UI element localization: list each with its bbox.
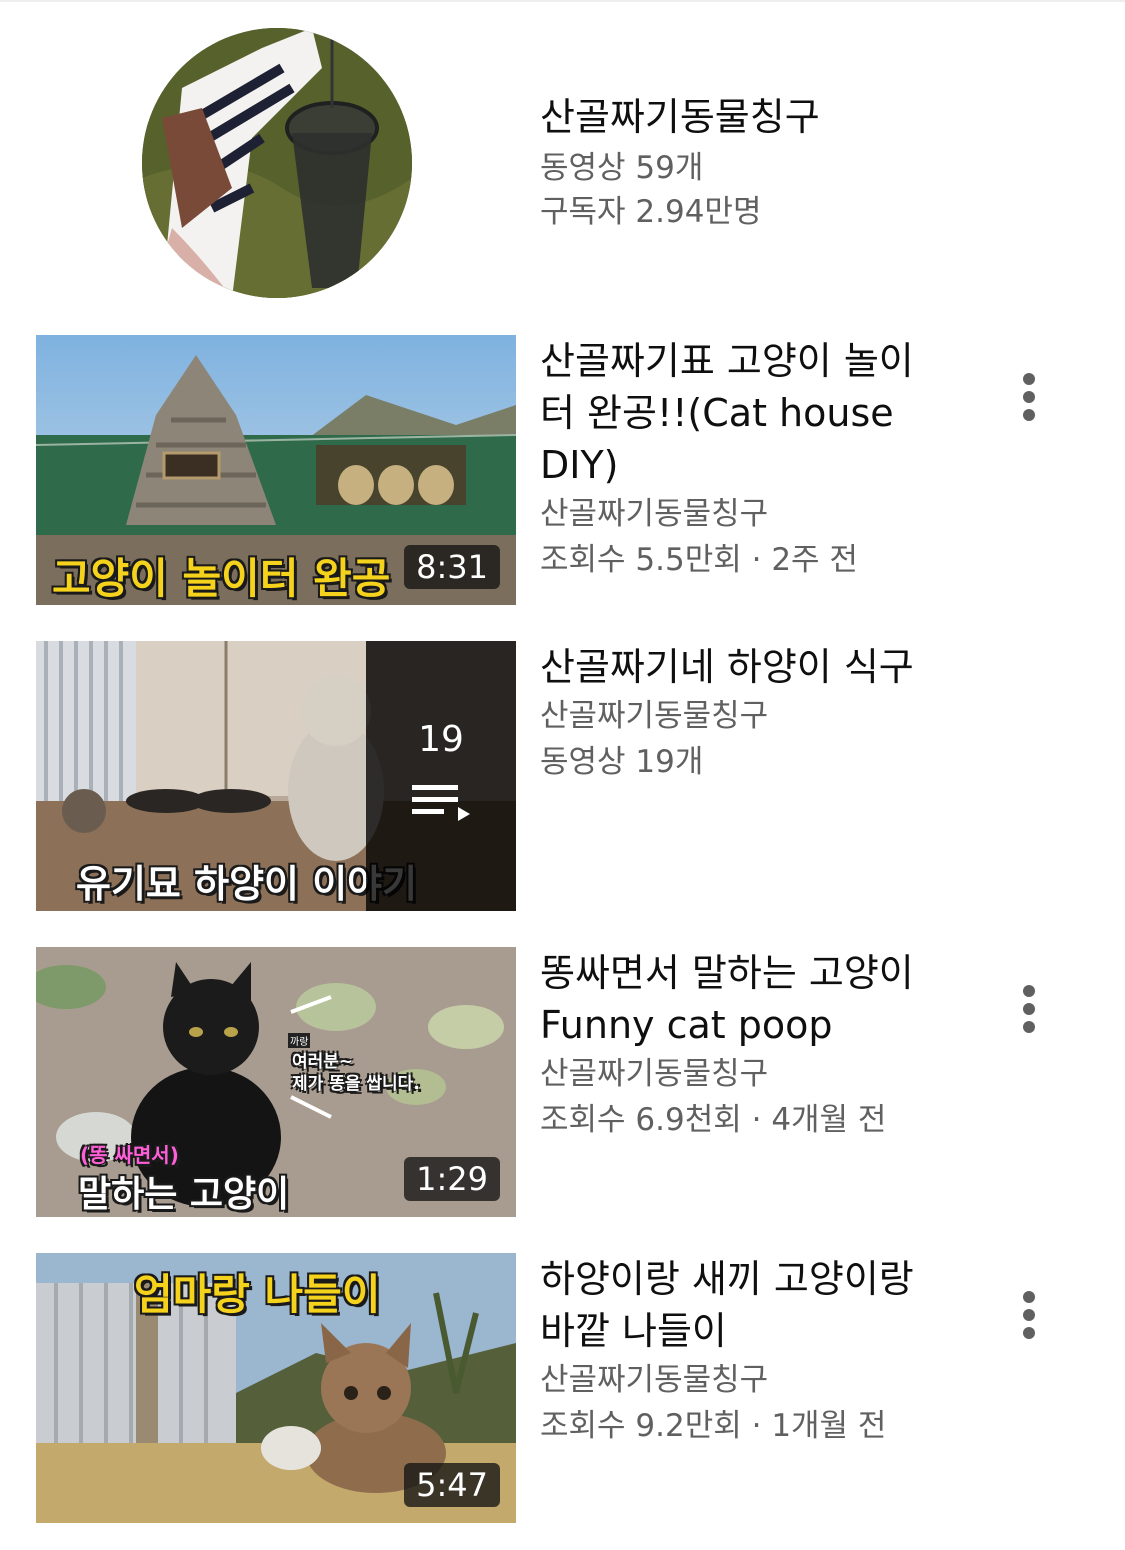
video-channel: 산골짜기동물칭구 bbox=[540, 496, 769, 532]
more-vert-icon[interactable] bbox=[1009, 1287, 1049, 1343]
channel-subscriber-count: 구독자 2.94만명 bbox=[540, 194, 762, 230]
more-vert-icon[interactable] bbox=[1009, 369, 1049, 425]
more-vert-icon[interactable] bbox=[1009, 981, 1049, 1037]
speech-line-2: 제가 똥을 쌉니다. bbox=[292, 1074, 421, 1095]
playlist-info[interactable]: 산골짜기네 하양이 식구 산골짜기동물칭구 동영상 19개 bbox=[540, 641, 940, 785]
video-duration: 8:31 bbox=[404, 545, 500, 589]
channel-name[interactable]: 산골짜기동물칭구 bbox=[540, 92, 820, 142]
playlist-item[interactable]: 유기묘 하양이 이야기 19 산골짜기네 하양이 식구 산골짜기동물칭구 동영상… bbox=[0, 641, 1125, 911]
video-stats: 조회수 9.2만회 · 1개월 전 bbox=[540, 1408, 887, 1444]
playlist-video-count: 동영상 19개 bbox=[540, 744, 704, 780]
video-item[interactable]: 까랑 여러분~ 제가 똥을 쌉니다. (똥 싸면서) 말하는 고양이 1:29 … bbox=[0, 947, 1125, 1217]
video-item[interactable]: 고양이 놀이터 완공 8:31 산골짜기표 고양이 놀이터 완공!!(Cat h… bbox=[0, 335, 1125, 605]
playlist-icon bbox=[412, 785, 470, 821]
video-title[interactable]: 똥싸면서 말하는 고양이 Funny cat poop bbox=[540, 947, 940, 1051]
video-duration: 1:29 bbox=[404, 1157, 500, 1201]
video-thumbnail[interactable]: 까랑 여러분~ 제가 똥을 쌉니다. (똥 싸면서) 말하는 고양이 1:29 bbox=[36, 947, 516, 1217]
channel-row[interactable]: 산골짜기동물칭구 동영상 59개 구독자 2.94만명 bbox=[0, 0, 1125, 320]
video-stats: 조회수 5.5만회 · 2주 전 bbox=[540, 542, 858, 578]
video-stats: 조회수 6.9천회 · 4개월 전 bbox=[540, 1102, 887, 1138]
playlist-thumbnail[interactable]: 유기묘 하양이 이야기 19 bbox=[36, 641, 516, 911]
speech-tag: 까랑 bbox=[288, 1033, 311, 1048]
video-channel: 산골짜기동물칭구 bbox=[540, 1362, 769, 1398]
playlist-count: 19 bbox=[418, 719, 464, 760]
video-title[interactable]: 산골짜기표 고양이 놀이터 완공!!(Cat house DIY) bbox=[540, 335, 940, 491]
video-thumbnail[interactable]: 엄마랑 나들이 5:47 bbox=[36, 1253, 516, 1523]
video-channel: 산골짜기동물칭구 bbox=[540, 1056, 769, 1092]
video-item[interactable]: 엄마랑 나들이 5:47 하양이랑 새끼 고양이랑 바깥 나들이 산골짜기동물칭… bbox=[0, 1253, 1125, 1523]
video-info[interactable]: 하양이랑 새끼 고양이랑 바깥 나들이 산골짜기동물칭구 조회수 9.2만회 ·… bbox=[540, 1253, 940, 1449]
thumbnail-caption: 엄마랑 나들이 bbox=[133, 1269, 381, 1320]
avatar-image bbox=[142, 28, 412, 298]
video-thumbnail[interactable]: 고양이 놀이터 완공 8:31 bbox=[36, 335, 516, 605]
playlist-side-panel: 19 bbox=[366, 641, 516, 911]
thumbnail-caption-top: (똥 싸면서) bbox=[79, 1142, 180, 1168]
channel-avatar[interactable] bbox=[142, 28, 412, 298]
video-info[interactable]: 산골짜기표 고양이 놀이터 완공!!(Cat house DIY) 산골짜기동물… bbox=[540, 335, 940, 583]
channel-video-count: 동영상 59개 bbox=[540, 150, 704, 186]
video-title[interactable]: 하양이랑 새끼 고양이랑 바깥 나들이 bbox=[540, 1253, 940, 1357]
playlist-channel: 산골짜기동물칭구 bbox=[540, 698, 769, 734]
video-info[interactable]: 똥싸면서 말하는 고양이 Funny cat poop 산골짜기동물칭구 조회수… bbox=[540, 947, 940, 1143]
playlist-title[interactable]: 산골짜기네 하양이 식구 bbox=[540, 641, 940, 693]
thumbnail-caption: 고양이 놀이터 완공 bbox=[51, 553, 391, 604]
video-duration: 5:47 bbox=[404, 1463, 500, 1507]
thumbnail-caption: 말하는 고양이 bbox=[77, 1173, 290, 1216]
